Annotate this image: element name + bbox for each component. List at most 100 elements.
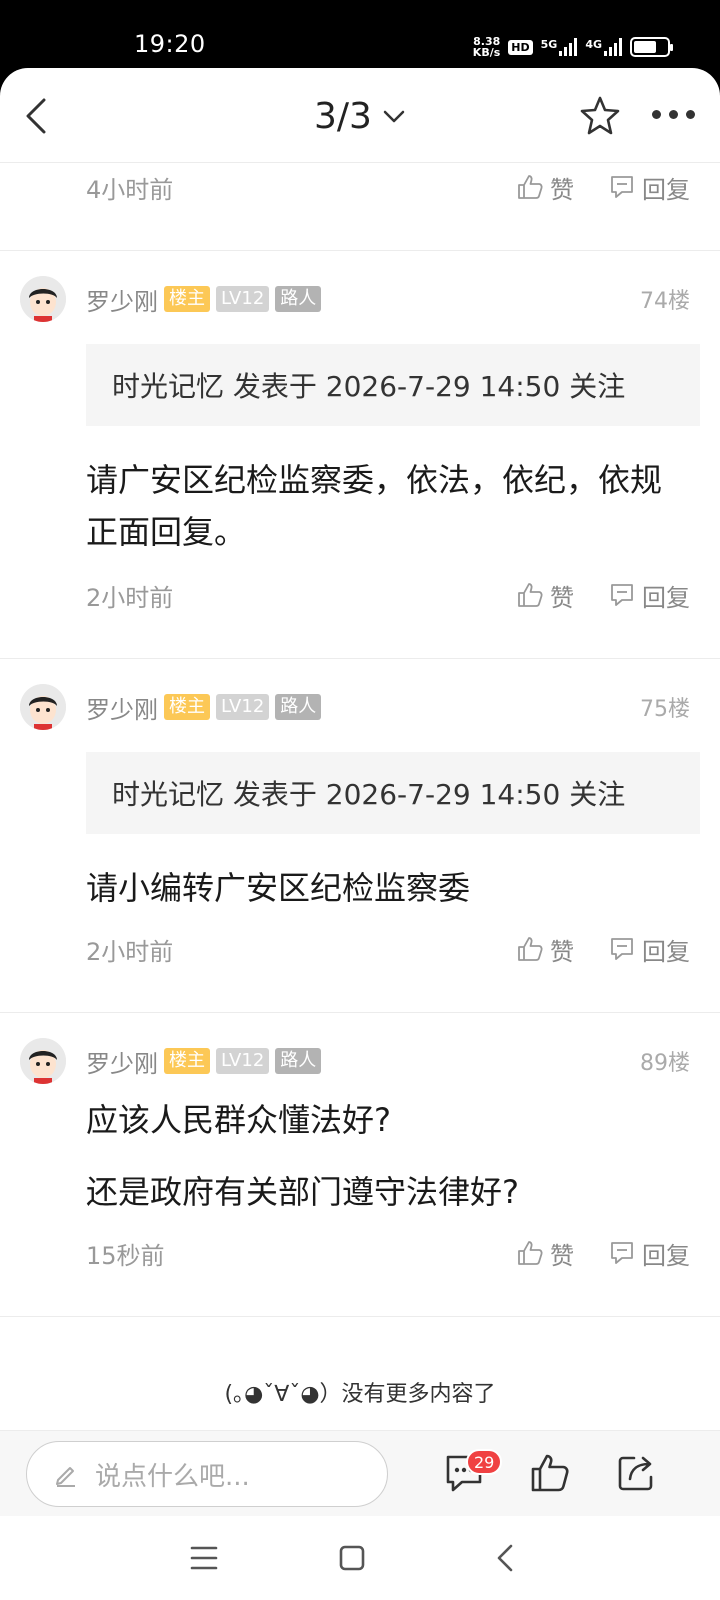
reply-label: 回复 (642, 583, 690, 612)
avatar-face-icon (20, 684, 66, 730)
reply-bubble-icon (611, 584, 633, 606)
avatar-face-icon (20, 276, 66, 322)
comment-actions: 赞 回复 (516, 578, 690, 613)
like-label: 赞 (550, 1241, 574, 1270)
reply-bubble-icon (611, 938, 633, 960)
system-navigation-bar (0, 1516, 720, 1600)
quote-text: 时光记忆 发表于 2026-7-29 14:50 关注 (112, 778, 626, 811)
comment-actions: 赞 回复 (516, 170, 690, 205)
comment-input-placeholder: 说点什么吧... (95, 1461, 250, 1492)
owner-badge: 楼主 (164, 1048, 210, 1074)
role-badge: 路人 (275, 286, 322, 312)
comment-time: 15秒前 (86, 1241, 165, 1270)
home-square-icon[interactable] (332, 1538, 372, 1578)
author-name[interactable]: 罗少刚 (86, 690, 158, 725)
comment-count-badge: 29 (466, 1449, 503, 1475)
thumbs-up-icon (518, 583, 543, 607)
role-badge: 路人 (275, 1048, 322, 1074)
comment-divider (0, 250, 720, 251)
no-more-content-text: (｡◕ˇ∀ˇ◕）没有更多内容了 (224, 1382, 496, 1407)
back-arrow-icon[interactable] (18, 94, 54, 138)
reply-label: 回复 (642, 1241, 690, 1270)
reply-label: 回复 (642, 175, 690, 204)
quoted-reply[interactable]: 时光记忆 发表于 2026-7-29 14:50 关注 (86, 752, 700, 834)
comment-time: 2小时前 (86, 937, 174, 966)
reply-label: 回复 (642, 937, 690, 966)
chevron-down-icon (383, 110, 405, 122)
pencil-icon (56, 1467, 75, 1487)
comment-divider (0, 658, 720, 659)
thumbs-up-icon (518, 937, 543, 961)
share-icon[interactable] (614, 1451, 658, 1495)
app-sheet: 3/3 4小时前 赞 回复 罗少刚 楼主 LV12 路人 74楼 时光记忆 发表… (0, 68, 720, 1600)
author-name[interactable]: 罗少刚 (86, 1044, 158, 1079)
owner-badge: 楼主 (164, 286, 210, 312)
quoted-reply[interactable]: 时光记忆 发表于 2026-7-29 14:50 关注 (86, 344, 700, 426)
floor-number: 89楼 (640, 1051, 690, 1076)
signal-5g-label: 5G (540, 38, 558, 51)
like-button[interactable]: 赞 (516, 932, 574, 967)
like-label: 赞 (550, 583, 574, 612)
thumbs-up-icon (518, 1241, 543, 1265)
avatar[interactable] (20, 684, 66, 730)
comment-input[interactable]: 说点什么吧... (26, 1441, 388, 1507)
reply-bubble-icon (611, 1242, 633, 1264)
level-badge: LV12 (216, 1048, 270, 1074)
comment-header: 罗少刚 楼主 LV12 路人 89楼 (20, 1038, 690, 1084)
more-options-icon[interactable] (652, 104, 700, 124)
comment-header: 罗少刚 楼主 LV12 路人 75楼 (20, 684, 690, 730)
signal-4g-label: 4G (585, 38, 602, 51)
role-badge: 路人 (275, 694, 322, 720)
thumbs-up-icon[interactable] (528, 1451, 572, 1495)
comment-text-line: 应该人民群众懂法好? (86, 1101, 391, 1139)
quote-text: 时光记忆 发表于 2026-7-29 14:50 关注 (112, 370, 626, 403)
reply-button[interactable]: 回复 (608, 932, 690, 967)
like-button[interactable]: 赞 (516, 170, 574, 205)
avatar[interactable] (20, 276, 66, 322)
network-speed-unit: KB/s (472, 46, 501, 59)
comment-actions: 赞 回复 (516, 1236, 690, 1271)
star-icon[interactable] (578, 94, 622, 138)
comment-meta-row: 15秒前 赞 回复 (86, 1236, 690, 1270)
nav-divider (0, 162, 720, 163)
thumbs-up-icon (518, 175, 543, 199)
network-speed: 8.38 KB/s (473, 36, 500, 58)
level-badge: LV12 (216, 694, 270, 720)
like-label: 赞 (550, 175, 574, 204)
comment-time: 4小时前 (86, 175, 174, 204)
author-name[interactable]: 罗少刚 (86, 282, 158, 317)
status-bar: 19:20 8.38 KB/s HD 5G 4G (0, 0, 720, 72)
level-badge: LV12 (216, 286, 270, 312)
battery-icon (630, 37, 673, 57)
top-nav: 3/3 (0, 68, 720, 164)
owner-badge: 楼主 (164, 694, 210, 720)
status-indicators: 8.38 KB/s HD 5G 4G (473, 32, 673, 62)
comment-divider (0, 1316, 720, 1317)
avatar[interactable] (20, 1038, 66, 1084)
reply-button[interactable]: 回复 (608, 578, 690, 613)
signal-bars-icon (559, 38, 578, 56)
signal-5g-icon: 5G (541, 38, 578, 56)
floor-number: 75楼 (640, 697, 690, 722)
comment-actions: 赞 回复 (516, 932, 690, 967)
menu-icon[interactable] (184, 1538, 224, 1578)
comment-header: 罗少刚 楼主 LV12 路人 74楼 (20, 276, 690, 322)
reply-bubble-icon (611, 176, 633, 198)
floor-number: 74楼 (640, 289, 690, 314)
like-button[interactable]: 赞 (516, 1236, 574, 1271)
page-selector[interactable]: 3/3 (314, 96, 406, 137)
reply-button[interactable]: 回复 (608, 170, 690, 205)
comment-text: 请广安区纪检监察委，依法，依纪，依规正面回复。 (86, 461, 663, 551)
reply-button[interactable]: 回复 (608, 1236, 690, 1271)
comment-text: 请小编转广安区纪检监察委 (86, 869, 471, 907)
like-button[interactable]: 赞 (516, 578, 574, 613)
comment-text-line: 还是政府有关部门遵守法律好? (86, 1173, 519, 1211)
battery-level-fill (634, 41, 657, 53)
back-icon[interactable] (486, 1538, 526, 1578)
signal-bars-icon (604, 38, 622, 56)
status-time: 19:20 (134, 30, 206, 58)
page-indicator-label: 3/3 (314, 96, 372, 137)
comment-time: 2小时前 (86, 583, 174, 612)
comment-meta-row: 2小时前 赞 回复 (86, 932, 690, 966)
hd-voice-icon: HD (508, 39, 533, 55)
